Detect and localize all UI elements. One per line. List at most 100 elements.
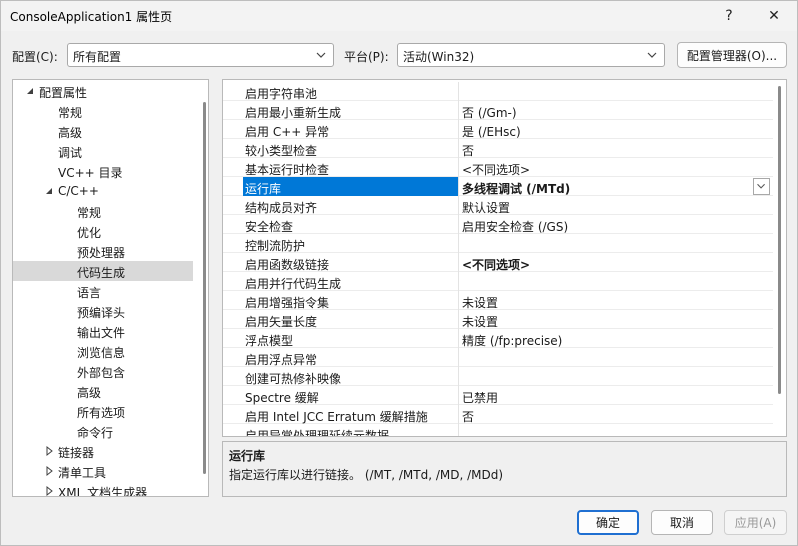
tree-item[interactable]: 浏览信息 (13, 341, 193, 361)
tree-scrollbar[interactable] (203, 102, 206, 474)
property-row[interactable]: Spectre 缓解 已禁用 (223, 386, 773, 405)
property-value[interactable]: 未设置 (462, 313, 498, 330)
expanded-triangle-icon[interactable] (25, 85, 35, 97)
property-name: Spectre 缓解 (245, 391, 319, 405)
property-value[interactable]: 已禁用 (462, 389, 498, 406)
property-value[interactable]: 未设置 (462, 294, 498, 311)
property-name: 浮点模型 (245, 334, 294, 348)
property-row[interactable]: 启用增强指令集 未设置 (223, 291, 773, 310)
tree-item-label: 输出文件 (77, 326, 126, 340)
config-value: 所有配置 (73, 50, 122, 64)
tree-item-label: 预处理器 (77, 246, 126, 260)
property-row[interactable]: 启用 C++ 异常 是 (/EHsc) (223, 120, 773, 139)
property-row[interactable]: 启用并行代码生成 (223, 272, 773, 291)
tree-item-label: 预编译头 (77, 306, 126, 320)
close-button[interactable]: ✕ (751, 1, 797, 31)
collapsed-triangle-icon[interactable] (44, 445, 54, 457)
tree-item-label: 外部包含 (77, 366, 126, 380)
property-row[interactable]: 安全检查 启用安全检查 (/GS) (223, 215, 773, 234)
property-name: 启用矢量长度 (245, 315, 318, 329)
tree-item[interactable]: 输出文件 (13, 321, 193, 341)
tree-item[interactable]: C/C++ (13, 181, 193, 201)
property-row[interactable]: 浮点模型 精度 (/fp:precise) (223, 329, 773, 348)
tree-item[interactable]: 常规 (13, 201, 193, 221)
property-row[interactable]: 较小类型检查 否 (223, 139, 773, 158)
value-dropdown-button[interactable] (753, 178, 770, 195)
description-title: 运行库 (229, 449, 266, 463)
property-name: 较小类型检查 (245, 144, 318, 158)
property-name: 安全检查 (245, 220, 294, 234)
config-combo[interactable]: 所有配置 (67, 43, 334, 67)
tree-item[interactable]: VC++ 目录 (13, 161, 193, 181)
tree-item[interactable]: 配置属性 (13, 81, 193, 101)
expanded-triangle-icon[interactable] (44, 185, 54, 197)
property-row[interactable]: 控制流防护 (223, 234, 773, 253)
property-value[interactable]: 否 (462, 142, 474, 159)
property-row[interactable]: 启用 Intel JCC Erratum 缓解措施 否 (223, 405, 773, 424)
tree-item[interactable]: 调试 (13, 141, 193, 161)
platform-label: 平台(P): (344, 50, 389, 64)
help-button[interactable]: ? (706, 1, 752, 31)
property-row[interactable]: 创建可热修补映像 (223, 367, 773, 386)
ok-button[interactable]: 确定 (577, 510, 639, 535)
property-row[interactable]: 基本运行时检查 <不同选项> (223, 158, 773, 177)
property-value[interactable]: <不同选项> (462, 256, 530, 273)
tree-item-label: 命令行 (77, 426, 114, 440)
tree-item-label: C/C++ (58, 184, 99, 198)
property-row[interactable]: 启用字符串池 (223, 82, 773, 101)
property-value[interactable]: 默认设置 (462, 199, 510, 216)
property-row[interactable]: 启用矢量长度 未设置 (223, 310, 773, 329)
property-value[interactable]: <不同选项> (462, 161, 530, 178)
apply-button[interactable]: 应用(A) (724, 510, 787, 535)
tree-item[interactable]: 预处理器 (13, 241, 193, 261)
property-value[interactable]: 否 (462, 408, 474, 425)
tree-item-label: 清单工具 (58, 466, 107, 480)
tree-item-label: 代码生成 (77, 266, 126, 280)
tree-item[interactable]: 常规 (13, 101, 193, 121)
tree-item[interactable]: 清单工具 (13, 461, 193, 481)
property-name: 启用浮点异常 (245, 353, 318, 367)
tree-item[interactable]: 外部包含 (13, 361, 193, 381)
tree-item[interactable]: 命令行 (13, 421, 193, 441)
tree-item[interactable]: 预编译头 (13, 301, 193, 321)
tree-item-label: 常规 (77, 206, 102, 220)
property-row[interactable]: 启用异常处理理延续元数据 (223, 424, 773, 437)
grid-scrollbar[interactable] (778, 86, 781, 394)
cancel-button[interactable]: 取消 (651, 510, 713, 535)
property-name: 启用并行代码生成 (245, 277, 342, 291)
property-row[interactable]: 启用最小重新生成 否 (/Gm-) (223, 101, 773, 120)
property-name: 启用字符串池 (245, 87, 318, 101)
tree-item[interactable]: 高级 (13, 121, 193, 141)
property-value[interactable]: 多线程调试 (/MTd) (462, 180, 570, 197)
property-row[interactable]: 结构成员对齐 默认设置 (223, 196, 773, 215)
tree-item-label: VC++ 目录 (58, 166, 123, 180)
tree-item-label: 调试 (58, 146, 83, 160)
property-value[interactable]: 否 (/Gm-) (462, 104, 517, 121)
platform-combo[interactable]: 活动(Win32) (397, 43, 665, 67)
property-row[interactable]: 启用浮点异常 (223, 348, 773, 367)
tree-item[interactable]: 语言 (13, 281, 193, 301)
property-name: 启用最小重新生成 (245, 106, 342, 120)
chevron-down-icon (316, 52, 326, 58)
property-value[interactable]: 是 (/EHsc) (462, 123, 521, 140)
property-row[interactable]: 运行库 多线程调试 (/MTd) (223, 177, 773, 196)
property-row[interactable]: 启用函数级链接 <不同选项> (223, 253, 773, 272)
property-value[interactable]: 精度 (/fp:precise) (462, 332, 562, 349)
config-manager-button[interactable]: 配置管理器(O)... (677, 42, 787, 68)
collapsed-triangle-icon[interactable] (44, 465, 54, 477)
tree-item[interactable]: 所有选项 (13, 401, 193, 421)
tree-item[interactable]: 优化 (13, 221, 193, 241)
tree-item[interactable]: 高级 (13, 381, 193, 401)
tree-item[interactable]: 代码生成 (13, 261, 193, 281)
property-name: 启用 C++ 异常 (245, 125, 330, 139)
property-name: 启用异常处理理延续元数据 (245, 429, 390, 437)
tree-item-label: 链接器 (58, 446, 95, 460)
tree-item[interactable]: 链接器 (13, 441, 193, 461)
collapsed-triangle-icon[interactable] (44, 485, 54, 497)
tree-item[interactable]: XML 文档生成器 (13, 481, 193, 497)
property-value[interactable]: 启用安全检查 (/GS) (462, 218, 568, 235)
window-title: ConsoleApplication1 属性页 (10, 10, 173, 24)
tree-item-label: XML 文档生成器 (58, 486, 148, 497)
tree-item-label: 浏览信息 (77, 346, 126, 360)
property-name: 创建可热修补映像 (245, 372, 342, 386)
